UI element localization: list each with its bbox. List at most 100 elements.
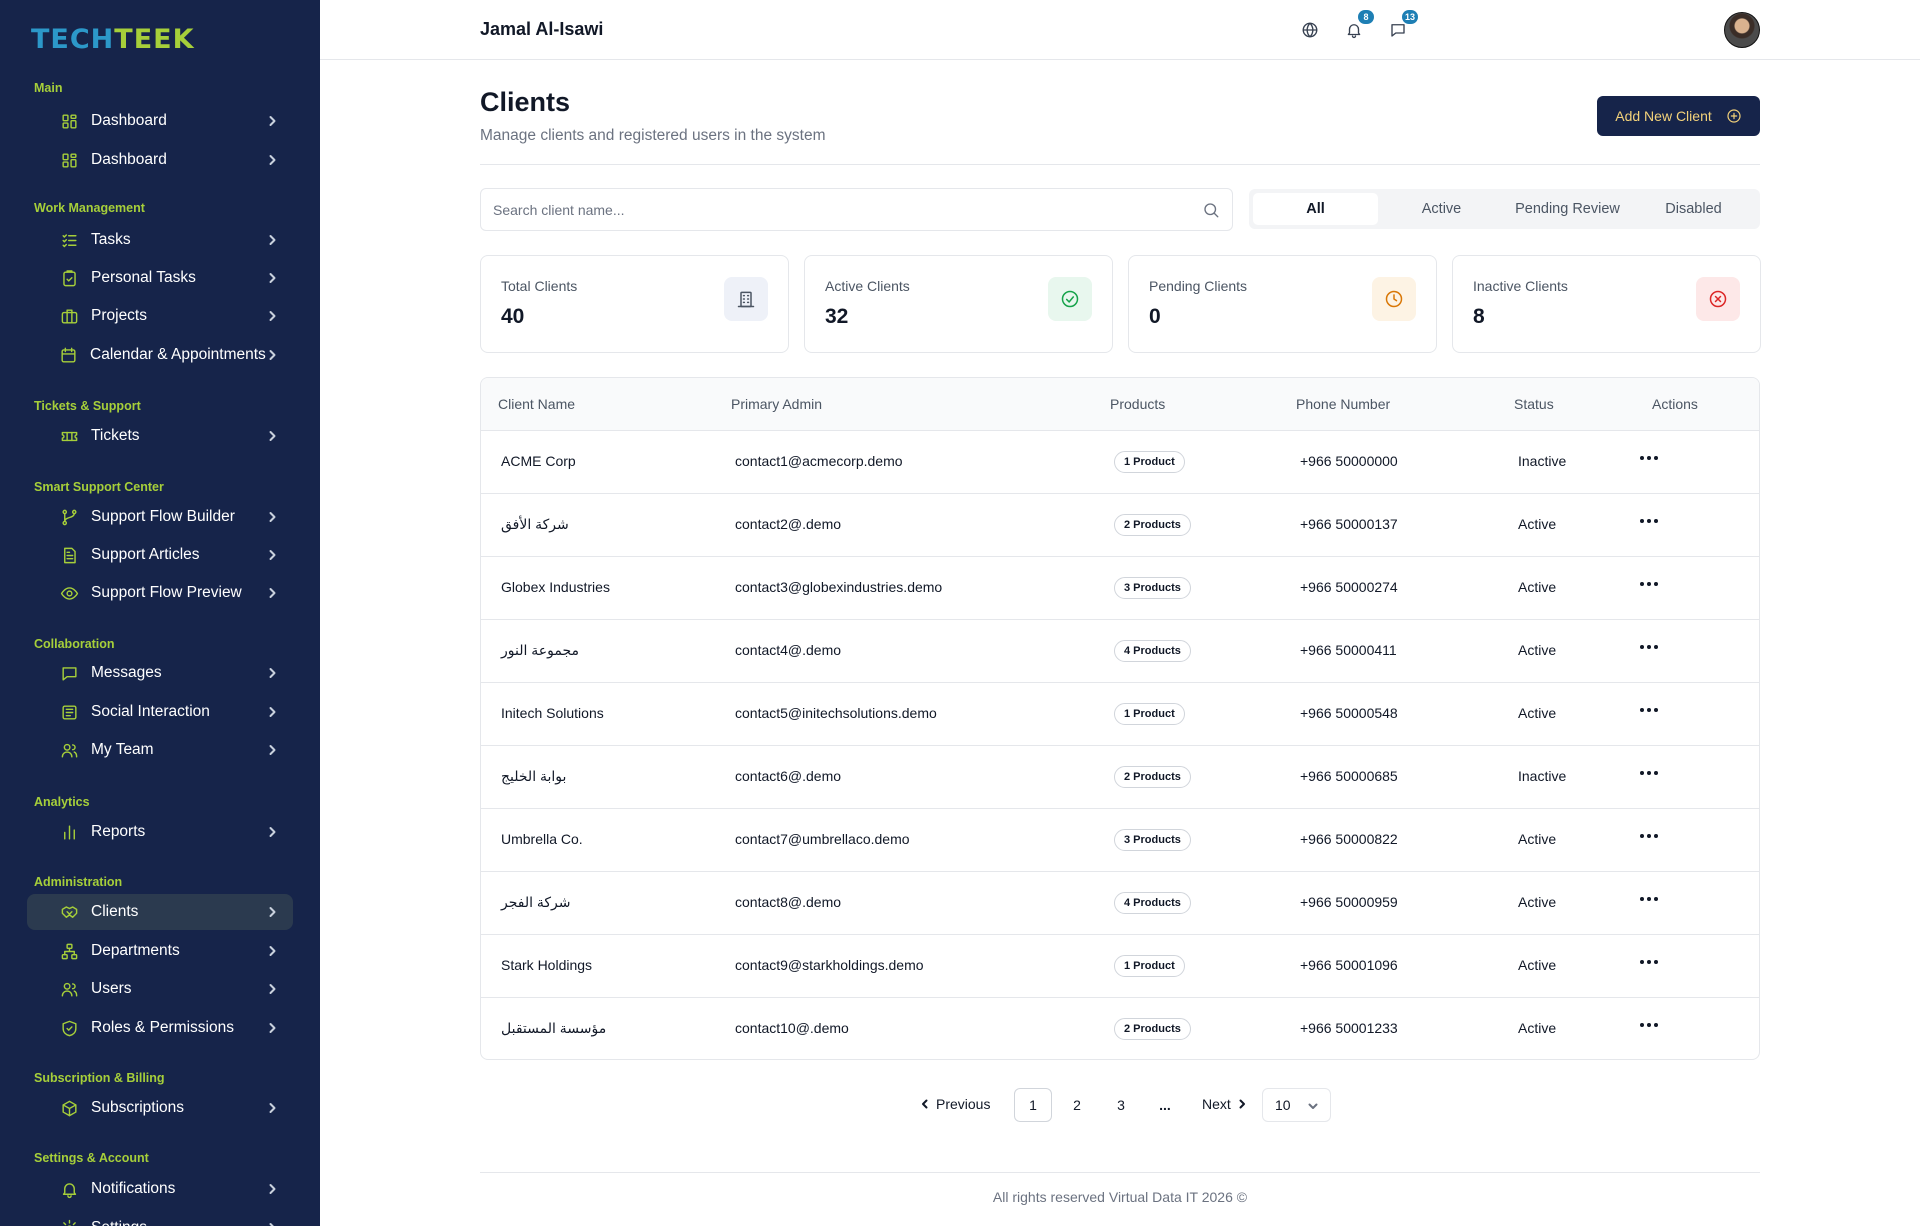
more-actions-icon[interactable] [1638,891,1660,907]
search-icon[interactable] [1202,201,1220,219]
client-name-cell: Stark Holdings [501,957,593,973]
client-name-cell: Umbrella Co. [501,831,583,847]
status-cell: Inactive [1518,768,1567,784]
message-icon[interactable]: 13 [1386,10,1418,42]
sidebar-item-label: Projects [91,307,147,324]
bar-chart-icon [59,822,79,842]
chevron-right-icon [265,1182,279,1196]
sidebar-item-projects[interactable]: Projects [27,298,293,334]
avatar[interactable] [1724,12,1760,48]
chevron-right-icon [1239,1099,1245,1109]
sidebar-item-my-team[interactable]: My Team [27,732,293,768]
bell-icon[interactable]: 8 [1342,10,1374,42]
table-row[interactable]: ACME Corp contact1@acmecorp.demo 1 Product… [481,431,1759,494]
column-header-status: Status [1514,396,1554,412]
sidebar-item-departments[interactable]: Departments [27,933,293,969]
grid-icon [59,111,79,131]
add-client-button[interactable]: Add New Client [1597,96,1760,136]
client-name-cell: Globex Industries [501,579,610,595]
table-row[interactable]: بوابة الخليج contact6@.demo 2 Products +966… [481,746,1759,809]
table-row[interactable]: شركة الفجر contact8@.demo 4 Products +966 5… [481,872,1759,935]
tab-disabled[interactable]: Disabled [1631,193,1756,225]
more-actions-icon[interactable] [1638,954,1660,970]
primary-admin-cell: contact2@.demo [735,516,842,532]
chevron-right-icon [265,705,279,719]
chevron-right-icon [265,586,279,600]
phone-cell: +966 50001096 [1300,957,1398,973]
primary-admin-cell: contact8@.demo [735,894,842,910]
client-name-cell: شركة الفجر [501,894,571,910]
search-input[interactable] [493,189,1193,230]
page-size-value: 10 [1275,1097,1291,1113]
tab-active[interactable]: Active [1379,193,1504,225]
sidebar-item-support-flow-preview[interactable]: Support Flow Preview [27,575,293,611]
chevron-right-icon [265,233,279,247]
sidebar-item-notifications[interactable]: Notifications [27,1171,293,1207]
table-row[interactable]: مجموعة النور contact4@.demo 4 Products +966… [481,620,1759,683]
chevron-right-icon [265,153,279,167]
products-badge: 2 Products [1114,1018,1191,1040]
more-actions-icon[interactable] [1638,513,1660,529]
table-row[interactable]: Umbrella Co. contact7@umbrellaco.demo 3 Pr… [481,809,1759,872]
more-actions-icon[interactable] [1638,1017,1660,1033]
sidebar-item-label: Settings [91,1219,265,1226]
footer-text: All rights reserved Virtual Data IT 2026… [992,1189,1248,1205]
next-page-button[interactable]: Next [1202,1094,1247,1114]
more-actions-icon[interactable] [1638,765,1660,781]
sidebar-item-settings[interactable]: Settings [27,1210,293,1226]
stat-card-total-clients: Total Clients 40 [480,255,789,353]
tab-pending-review[interactable]: Pending Review [1505,193,1630,225]
chevron-right-icon [265,309,279,323]
table-row[interactable]: Stark Holdings contact9@starkholdings.dem… [481,935,1759,998]
sidebar-item-users[interactable]: Users [27,971,293,1007]
status-cell: Active [1518,705,1557,721]
sidebar-item-roles-and-permissions[interactable]: Roles & Permissions [27,1010,293,1046]
page-button-3[interactable]: 3 [1102,1088,1140,1122]
sidebar-item-support-flow-builder[interactable]: Support Flow Builder [27,499,293,535]
sidebar-item-label: Reports [91,823,146,840]
primary-admin-cell: contact3@globexindustries.demo [735,579,943,595]
sidebar-item-personal-tasks[interactable]: Personal Tasks [27,260,293,296]
sidebar-item-reports[interactable]: Reports [27,814,293,850]
table-row[interactable]: Globex Industries contact3@globexindustri… [481,557,1759,620]
sidebar-item-label: Dashboard [91,112,167,129]
sidebar-item-social-interaction[interactable]: Social Interaction [27,694,293,730]
brand-logo[interactable]: TECHTEEK [31,24,195,55]
previous-label: Previous [936,1096,991,1112]
sidebar-item-dashboard[interactable]: Dashboard [27,142,293,178]
sidebar-item-dashboard[interactable]: Dashboard [27,103,293,139]
more-actions-icon[interactable] [1638,639,1660,655]
table-row[interactable]: مؤسسة المستقبل contact10@.demo 2 Products +… [481,998,1759,1059]
check-circle-icon [1048,277,1092,321]
table-row[interactable]: Initech Solutions contact5@initechsolutio… [481,683,1759,746]
globe-icon[interactable] [1298,18,1322,42]
status-cell: Active [1518,642,1557,658]
user-name: Jamal Al-Isawi [480,19,604,39]
pagination-ellipsis: ... [1159,1097,1171,1113]
page-button-1[interactable]: 1 [1014,1088,1052,1122]
page-button-2[interactable]: 2 [1058,1088,1096,1122]
previous-page-button[interactable]: Previous [920,1094,990,1114]
sidebar-item-subscriptions[interactable]: Subscriptions [27,1090,293,1126]
more-actions-icon[interactable] [1638,576,1660,592]
more-actions-icon[interactable] [1638,702,1660,718]
table-row[interactable]: شركة الأفق contact2@.demo 2 Products +966 5… [481,494,1759,557]
sidebar-section-label: Tickets & Support [34,399,141,413]
page-size-select[interactable]: 10 [1262,1088,1331,1122]
sidebar-item-calendar-and-appointments[interactable]: Calendar & Appointments [27,337,293,373]
flow-icon [59,507,79,527]
building-icon [724,277,768,321]
more-actions-icon[interactable] [1638,828,1660,844]
more-actions-icon[interactable] [1638,450,1660,466]
sidebar-item-messages[interactable]: Messages [27,655,293,691]
sidebar-item-tasks[interactable]: Tasks [27,222,293,258]
sidebar-item-tickets[interactable]: Tickets [27,418,293,454]
phone-cell: +966 50000274 [1300,579,1398,595]
sidebar-item-support-articles[interactable]: Support Articles [27,537,293,573]
tab-all[interactable]: All [1253,193,1378,225]
primary-admin-cell: contact9@starkholdings.demo [735,957,924,973]
chevron-left-icon [922,1099,928,1109]
sidebar-item-clients[interactable]: Clients [27,894,293,930]
sidebar-section-label: Administration [34,875,123,889]
sidebar-item-label: Clients [91,903,139,920]
